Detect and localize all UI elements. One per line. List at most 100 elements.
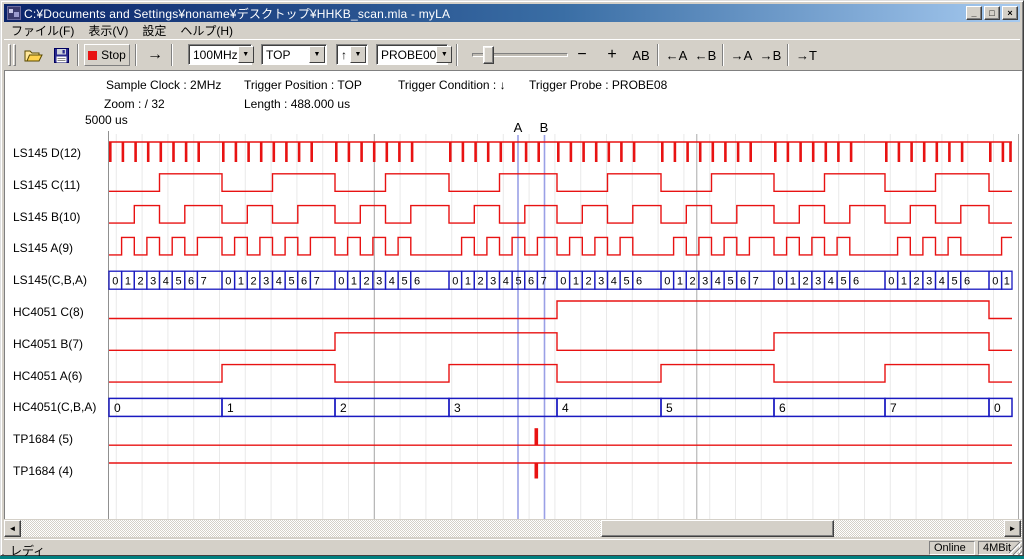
strobe-pulse <box>989 142 992 162</box>
strobe-pulse <box>737 142 740 162</box>
ls145-bus-value: 1 <box>901 276 907 288</box>
sample-clock-info: Sample Clock : 2MHz <box>106 78 221 92</box>
ls145-bus-value: 5 <box>515 276 521 288</box>
channel-label-hc4051-a: HC4051 A(6) <box>13 368 108 384</box>
strobe-pulse <box>910 142 913 162</box>
cursor-a-label[interactable]: A <box>511 120 525 135</box>
strobe-pulse <box>197 142 200 162</box>
strobe-pulse <box>185 142 188 162</box>
ls145-bus-value: 2 <box>914 276 920 288</box>
strobe-pulse <box>335 142 338 162</box>
trace-ls145-a-9- <box>109 237 1012 255</box>
strobe-pulse <box>837 142 840 162</box>
channel-label-ls145-d: LS145 D(12) <box>13 145 108 161</box>
hc4051-bus-cell <box>661 398 774 416</box>
ls145-bus-value: 1 <box>351 276 357 288</box>
trace-hc4051-a-6- <box>109 365 1012 383</box>
strobe-pulse <box>799 142 802 162</box>
ls145-bus-value: 2 <box>138 276 144 288</box>
hc4051-bus-cell <box>222 398 335 416</box>
channel-label-hc4051-bus: HC4051(C,B,A) <box>13 399 108 415</box>
strobe-pulse <box>787 142 790 162</box>
ls145-bus-value: 5 <box>951 276 957 288</box>
ls145-bus-value: 6 <box>636 276 642 288</box>
trigger-condition-info: Trigger Condition : ↓ <box>398 78 506 92</box>
ls145-bus-value: 3 <box>376 276 382 288</box>
strobe-pulse <box>570 142 573 162</box>
ls145-bus-value: 0 <box>452 276 458 288</box>
ls145-bus-value: 3 <box>490 276 496 288</box>
ls145-bus-value: 6 <box>853 276 859 288</box>
strobe-pulse <box>608 142 611 162</box>
ls145-bus-value: 0 <box>225 276 231 288</box>
ls145-bus-value: 7 <box>541 276 547 288</box>
channel-label-ls145-a: LS145 A(9) <box>13 240 108 256</box>
strobe-pulse <box>487 142 490 162</box>
ls145-bus-value: 3 <box>150 276 156 288</box>
ls145-bus-value: 7 <box>753 276 759 288</box>
trace-ls145-b-10- <box>109 206 1012 224</box>
strobe-pulse <box>134 142 137 162</box>
ls145-bus-value: 0 <box>777 276 783 288</box>
strobe-pulse <box>620 142 623 162</box>
hc4051-bus-value: 0 <box>994 401 1001 415</box>
strobe-pulse <box>109 142 112 162</box>
ls145-bus-value: 5 <box>288 276 294 288</box>
hc4051-bus-value: 0 <box>114 401 121 415</box>
strobe-pulse <box>122 142 125 162</box>
ls145-bus-value: 0 <box>112 276 118 288</box>
trigger-position-info: Trigger Position : TOP <box>244 78 362 92</box>
strobe-pulse <box>557 142 560 162</box>
ls145-bus-value: 1 <box>573 276 579 288</box>
trace-ls145-c-11- <box>109 174 1012 192</box>
ls145-bus-value: 0 <box>560 276 566 288</box>
strobe-pulse <box>398 142 401 162</box>
strobe-pulse <box>298 142 301 162</box>
ls145-bus-value: 5 <box>401 276 407 288</box>
ls145-bus-value: 3 <box>263 276 269 288</box>
strobe-pulse <box>247 142 250 162</box>
strobe-pulse <box>633 142 636 162</box>
channel-label-ls145-bus: LS145(C,B,A) <box>13 272 108 288</box>
hc4051-bus-value: 1 <box>227 401 234 415</box>
strobe-pulse <box>724 142 727 162</box>
ls145-bus-value: 4 <box>828 276 834 288</box>
strobe-pulse <box>500 142 503 162</box>
strobe-pulse <box>348 142 351 162</box>
strobe-pulse <box>235 142 238 162</box>
strobe-pulse <box>595 142 598 162</box>
strobe-pulse <box>512 142 515 162</box>
cursor-b-label[interactable]: B <box>537 120 551 135</box>
time-division-label: 5000 us <box>85 113 128 127</box>
ls145-bus-value: 1 <box>125 276 131 288</box>
strobe-pulse <box>812 142 815 162</box>
ls145-bus-value: 2 <box>803 276 809 288</box>
strobe-pulse <box>525 142 528 162</box>
hc4051-bus-value: 2 <box>340 401 347 415</box>
hc4051-bus-value: 6 <box>779 401 786 415</box>
channel-label-tp1684-4: TP1684 (4) <box>13 463 108 479</box>
strobe-pulse <box>147 142 150 162</box>
ls145-bus-value: 7 <box>314 276 320 288</box>
ls145-bus-value: 1 <box>1004 276 1010 288</box>
strobe-pulse <box>360 142 363 162</box>
hc4051-bus-cell <box>335 398 449 416</box>
ls145-bus-value: 4 <box>611 276 617 288</box>
channel-label-tp1684-5: TP1684 (5) <box>13 431 108 447</box>
strobe-pulse <box>273 142 276 162</box>
trigger-probe-info: Trigger Probe : PROBE08 <box>529 78 667 92</box>
channel-label-hc4051-b: HC4051 B(7) <box>13 336 108 352</box>
ls145-bus-value: 1 <box>238 276 244 288</box>
strobe-pulse <box>160 142 163 162</box>
strobe-pulse <box>1002 142 1005 162</box>
length-info: Length : 488.000 us <box>244 97 350 111</box>
strobe-pulse <box>898 142 901 162</box>
strobe-pulse <box>260 142 263 162</box>
app-window: C:¥Documents and Settings¥noname¥デスクトップ¥… <box>0 0 1024 556</box>
strobe-pulse <box>749 142 752 162</box>
trace-hc4051-c-8- <box>109 301 1012 319</box>
ls145-bus-value: 2 <box>478 276 484 288</box>
ls145-bus-value: 4 <box>939 276 945 288</box>
strobe-pulse <box>1009 142 1012 162</box>
strobe-pulse <box>411 142 414 162</box>
